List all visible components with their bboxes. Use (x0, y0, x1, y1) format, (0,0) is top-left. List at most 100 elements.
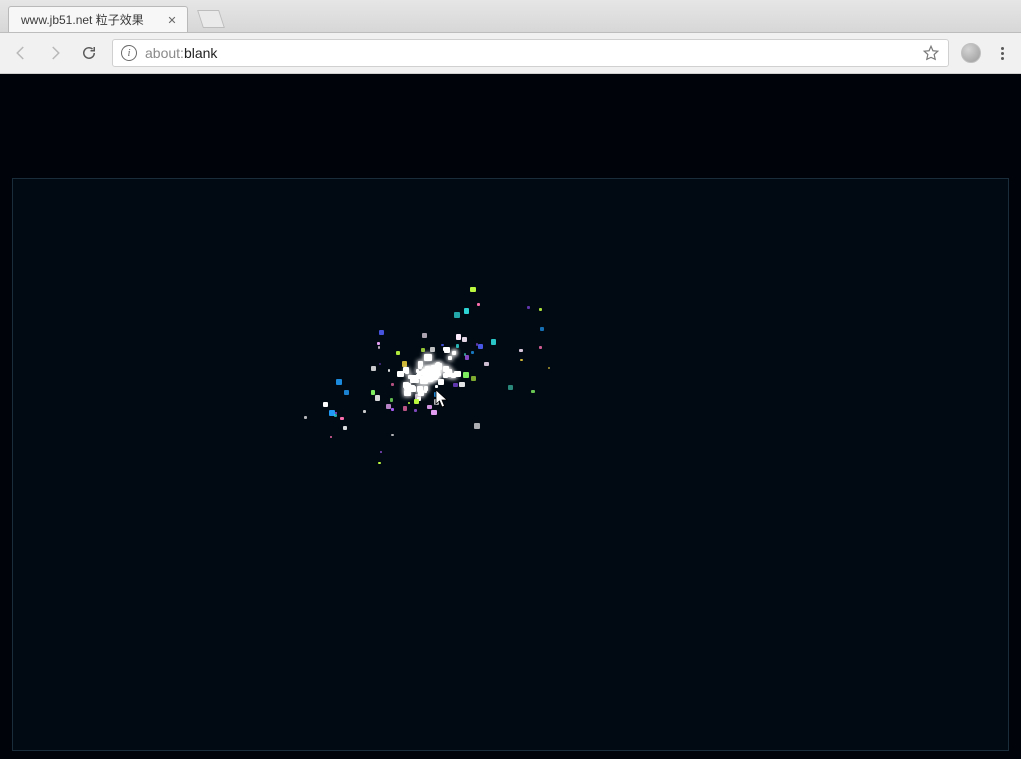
particle (453, 351, 456, 354)
particle (405, 369, 410, 374)
particle-canvas[interactable] (12, 178, 1009, 751)
particle (527, 306, 530, 309)
browser-toolbar: i about:blank (0, 33, 1021, 74)
reload-button[interactable] (78, 42, 100, 64)
particle (388, 369, 391, 372)
particle (430, 347, 435, 352)
particle (363, 410, 367, 414)
particle (456, 334, 461, 339)
particle (454, 312, 460, 318)
new-tab-button[interactable] (197, 10, 225, 28)
particle (444, 373, 448, 377)
particle-burst (431, 373, 432, 374)
particle (396, 351, 400, 355)
url-path: blank (184, 45, 217, 61)
particle (416, 369, 420, 373)
particle (464, 308, 469, 313)
particle (414, 409, 417, 412)
particle (380, 451, 382, 453)
particle (378, 346, 381, 349)
particle (421, 348, 425, 352)
particle (343, 426, 347, 430)
particle (474, 423, 479, 428)
particle (471, 351, 474, 354)
particle (531, 390, 535, 394)
particle (540, 327, 544, 331)
address-bar[interactable]: i about:blank (112, 39, 949, 67)
particle (435, 385, 438, 388)
particle (402, 361, 407, 366)
tab-strip: www.jb51.net 粒子效果 (0, 0, 1021, 33)
particle (441, 344, 444, 347)
particle (539, 308, 542, 311)
particle (438, 379, 444, 385)
forward-button[interactable] (44, 42, 66, 64)
particle (390, 398, 394, 402)
particle (371, 390, 376, 395)
particle (463, 372, 468, 377)
particle (397, 371, 403, 377)
particle (434, 399, 440, 405)
particle (519, 349, 523, 353)
particle (323, 402, 328, 407)
back-button[interactable] (10, 42, 32, 64)
particle (378, 462, 380, 464)
particle (330, 436, 332, 438)
particle (453, 383, 458, 388)
particle (431, 410, 436, 415)
particle (424, 354, 432, 362)
page-viewport (0, 74, 1021, 759)
close-icon[interactable] (165, 13, 179, 27)
particle (484, 362, 488, 366)
particle (375, 395, 381, 401)
particle (491, 339, 496, 344)
particle (459, 382, 465, 388)
star-icon[interactable] (922, 44, 940, 62)
particle (403, 406, 408, 411)
particle (477, 303, 480, 306)
particle (422, 333, 427, 338)
particle (386, 404, 391, 409)
browser-tab[interactable]: www.jb51.net 粒子效果 (8, 6, 188, 32)
particle (427, 405, 432, 410)
particle (471, 376, 476, 381)
particle (451, 373, 456, 378)
particle (424, 390, 427, 393)
particle (418, 365, 422, 369)
particle (371, 366, 376, 371)
particle (404, 390, 411, 397)
particle (429, 371, 432, 374)
particle (414, 399, 420, 405)
particle (379, 330, 384, 335)
particle (410, 375, 418, 383)
particle (408, 402, 410, 404)
particle (465, 355, 469, 359)
particle (443, 366, 449, 372)
particle (334, 414, 337, 417)
particle (410, 386, 417, 393)
particle (470, 287, 475, 292)
url-text: about:blank (145, 45, 217, 61)
particle (335, 412, 337, 414)
particle (508, 385, 513, 390)
particle (548, 367, 550, 369)
menu-icon[interactable] (993, 44, 1011, 62)
particle (462, 337, 467, 342)
avatar-icon[interactable] (961, 43, 981, 63)
particle (340, 417, 344, 421)
particle (436, 362, 440, 366)
particle (391, 434, 393, 436)
url-scheme: about: (145, 45, 184, 61)
particle (336, 379, 342, 385)
info-icon[interactable]: i (121, 45, 137, 61)
particle (520, 359, 522, 361)
particle (456, 344, 459, 347)
particle (304, 416, 307, 419)
tab-title: www.jb51.net 粒子效果 (21, 11, 144, 28)
particle (434, 392, 438, 396)
particle (391, 408, 394, 411)
particle (417, 386, 423, 392)
particle (478, 344, 483, 349)
particle (444, 347, 450, 353)
particle (379, 363, 381, 365)
